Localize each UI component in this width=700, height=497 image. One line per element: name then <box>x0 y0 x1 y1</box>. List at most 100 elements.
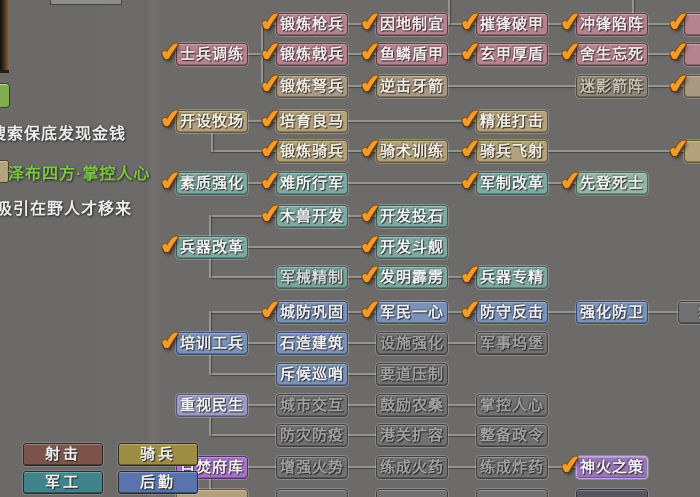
tech-node[interactable]: 整备政令 <box>476 424 548 447</box>
tech-node[interactable]: 军制改革 <box>476 172 548 195</box>
tech-node[interactable] <box>276 489 348 497</box>
tree-connector-line <box>346 466 380 468</box>
tree-connector-line <box>446 85 580 87</box>
tech-node[interactable]: 素质强化 <box>176 172 248 195</box>
tree-connector-line <box>211 150 280 152</box>
tree-connector-line <box>346 150 380 152</box>
tech-node[interactable] <box>576 489 648 497</box>
tech-node[interactable]: 精锐 <box>684 13 700 36</box>
tech-node[interactable]: 鼓励农桑 <box>376 394 448 417</box>
tech-node[interactable]: 玄甲厚盾 <box>476 43 548 66</box>
tech-node[interactable]: 鱼鳞盾甲 <box>376 43 448 66</box>
tech-node[interactable]: 设施强化 <box>376 332 448 355</box>
tech-node[interactable]: 精锐 <box>684 43 700 66</box>
tech-node[interactable]: 培育良马 <box>276 110 348 133</box>
tech-node[interactable]: 迷影箭阵 <box>576 75 648 98</box>
tech-node[interactable]: 难所行军 <box>276 172 348 195</box>
tech-node[interactable]: 骑兵飞射 <box>476 140 548 163</box>
tech-node[interactable]: 骑术训练 <box>376 140 448 163</box>
tree-connector-line <box>246 246 380 248</box>
category-button-cavalry[interactable]: 骑兵 <box>118 443 198 466</box>
tree-connector-line <box>346 404 380 406</box>
tree-connector-line <box>346 434 380 436</box>
tree-connector-line <box>546 311 580 313</box>
tech-node[interactable]: 重视民生 <box>176 394 248 417</box>
tech-node[interactable]: 精锐 <box>684 75 700 98</box>
tech-node[interactable] <box>476 489 548 497</box>
tree-connector-line <box>446 404 480 406</box>
tech-node[interactable]: 精锐 <box>684 140 700 163</box>
tree-connector-line <box>346 215 380 217</box>
tree-connector-line <box>646 53 688 55</box>
tech-node[interactable]: 士兵调练 <box>176 43 248 66</box>
tech-node[interactable]: 兵器专精 <box>476 266 548 289</box>
tree-connector-line <box>446 466 480 468</box>
tech-node[interactable]: 舍生忘死 <box>576 43 648 66</box>
tech-node[interactable]: 斥候巡哨 <box>276 363 348 386</box>
tech-node[interactable]: 强化防卫 <box>576 301 648 324</box>
tech-node[interactable]: 锻炼枪兵 <box>276 13 348 36</box>
tree-connector-line <box>246 342 280 344</box>
tech-node[interactable]: 石造建筑 <box>276 332 348 355</box>
tech-node[interactable]: 开发投石 <box>376 205 448 228</box>
tree-connector-line <box>211 434 280 436</box>
tech-node[interactable]: 练成炸药 <box>476 456 548 479</box>
tech-node[interactable]: 开发斗舰 <box>376 236 448 259</box>
tech-node[interactable]: 城市交互 <box>276 394 348 417</box>
tree-connector-line <box>344 120 480 122</box>
category-button-shooting[interactable]: 射击 <box>23 443 103 466</box>
tech-node[interactable]: 要道压制 <box>376 363 448 386</box>
category-button-engineering[interactable]: 军工 <box>23 471 103 494</box>
tech-node[interactable]: 开设牧场 <box>176 110 248 133</box>
tree-connector-line <box>211 130 213 152</box>
tree-connector-line <box>346 182 480 184</box>
status-note-gold-search: 搜索保底发现金钱 <box>0 126 127 143</box>
tech-node[interactable]: 城防巩固 <box>276 301 348 324</box>
tech-node[interactable]: 防守反击 <box>476 301 548 324</box>
tree-connector-line <box>246 466 280 468</box>
tech-node[interactable]: 木兽开发 <box>276 205 348 228</box>
tech-node[interactable]: 摧锋破甲 <box>476 13 548 36</box>
tree-connector-line <box>546 466 580 468</box>
tech-node[interactable]: 防灾防疫 <box>276 424 348 447</box>
category-button-logistics[interactable]: 后勤 <box>118 471 198 494</box>
tech-node[interactable]: 增强火势 <box>276 456 348 479</box>
tech-node[interactable]: 军民一心 <box>376 301 448 324</box>
tech-node[interactable] <box>376 489 448 497</box>
tech-node[interactable]: 港关扩容 <box>376 424 448 447</box>
tech-node[interactable]: 培训工兵 <box>176 332 248 355</box>
tree-connector-line <box>209 416 211 436</box>
tree-connector-line <box>632 0 634 14</box>
tech-node[interactable]: 军械精制 <box>276 266 348 289</box>
tree-connector-line <box>546 182 580 184</box>
tech-node[interactable]: 锻炼弩兵 <box>276 75 348 98</box>
tech-node[interactable]: 练成火药 <box>376 456 448 479</box>
tech-node[interactable]: 掌控人心 <box>476 394 548 417</box>
tech-tree: 锻炼枪兵✔因地制宜✔摧锋破甲✔冲锋陷阵✔精锐✔士兵调练✔锻炼戟兵✔鱼鳞盾甲✔玄甲… <box>0 0 700 497</box>
tech-node[interactable]: 冲锋陷阵 <box>576 13 648 36</box>
portrait-edge-fragment <box>0 0 9 73</box>
tech-node[interactable]: 精准打击 <box>476 110 548 133</box>
tech-node[interactable]: 锻炼戟兵 <box>276 43 348 66</box>
tree-connector-line <box>446 23 480 25</box>
tech-node[interactable]: 因地制宜 <box>376 13 448 36</box>
tree-connector-line <box>546 23 580 25</box>
tech-node[interactable]: 军事坞堡 <box>476 332 548 355</box>
cut-node-fragment <box>50 0 122 5</box>
tech-node[interactable]: 锻炼骑兵 <box>276 140 348 163</box>
tech-node[interactable]: 神火之策 <box>576 456 648 479</box>
tree-connector-line <box>246 182 280 184</box>
tech-node[interactable]: 兵器改革 <box>176 236 248 259</box>
tree-connector-line <box>246 53 280 55</box>
research-tree-screen: 锻炼枪兵✔因地制宜✔摧锋破甲✔冲锋陷阵✔精锐✔士兵调练✔锻炼戟兵✔鱼鳞盾甲✔玄甲… <box>0 0 700 497</box>
tech-node[interactable]: 发明霹雳 <box>376 266 448 289</box>
tree-connector-line <box>261 23 263 87</box>
tree-connector-line <box>211 311 280 313</box>
tech-node[interactable]: 先登死士 <box>576 172 648 195</box>
tech-node[interactable]: 疲敌 <box>678 301 700 324</box>
tech-node[interactable]: 逆击牙箭 <box>376 75 448 98</box>
tree-connector-line <box>646 311 682 313</box>
tree-connector-line <box>446 53 480 55</box>
tree-connector-line <box>446 276 480 278</box>
tree-connector-line <box>448 0 450 25</box>
